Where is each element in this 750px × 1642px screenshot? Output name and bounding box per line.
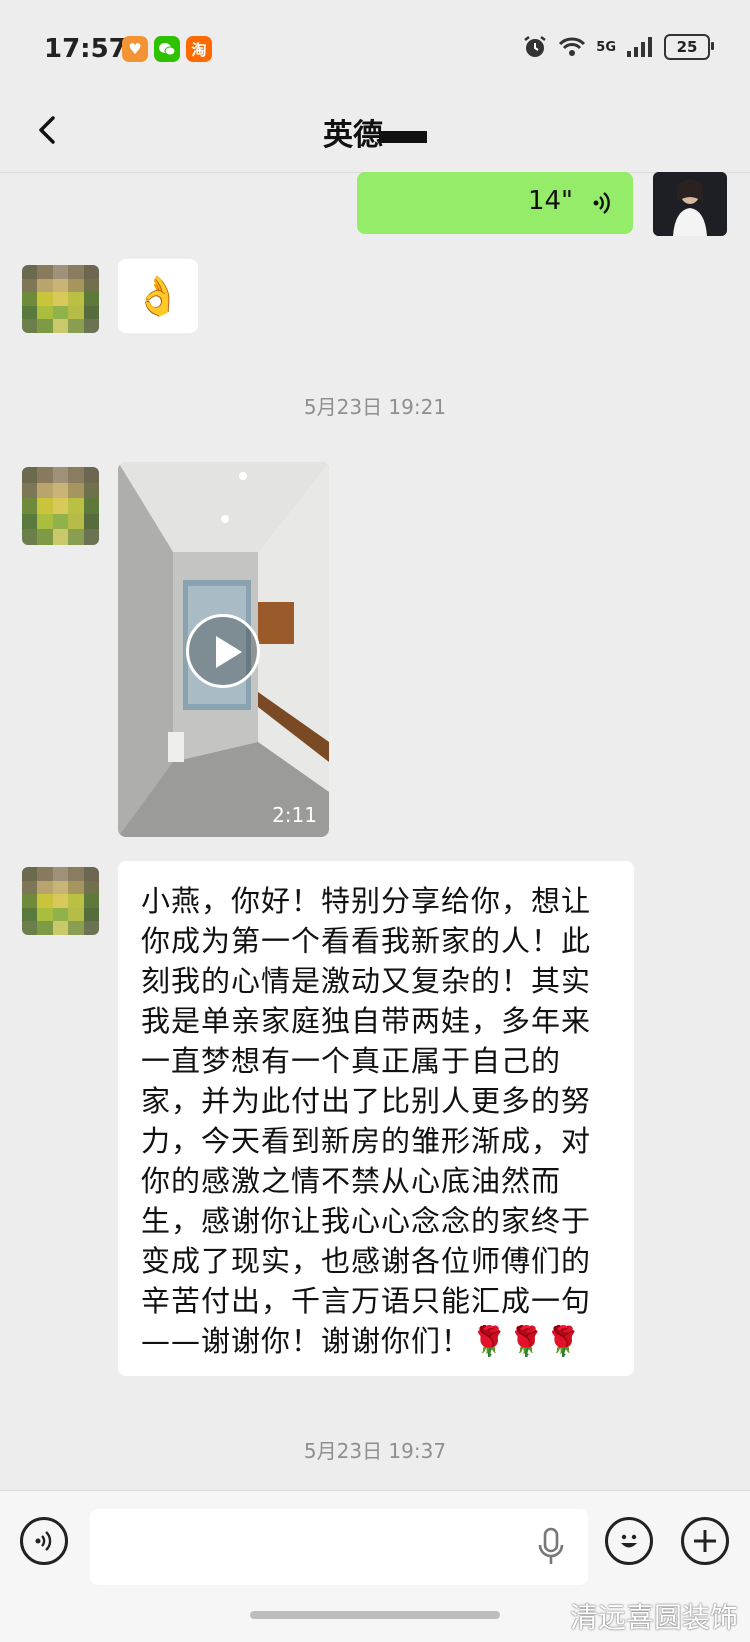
message-timestamp: 5月23日 19:21	[303, 395, 447, 419]
emoji-message-bubble[interactable]: 👌	[118, 259, 198, 333]
play-button[interactable]	[186, 614, 260, 688]
contact-avatar[interactable]	[22, 467, 99, 545]
watermark-text: 清远喜圆装饰	[569, 1601, 738, 1634]
my-avatar[interactable]	[653, 172, 727, 236]
voice-mode-icon	[35, 1531, 52, 1551]
message-input[interactable]	[90, 1509, 588, 1585]
heart-app-icon: ♥	[122, 36, 148, 62]
chat-title-text: 英德	[323, 118, 383, 153]
ok-hand-emoji: 👌	[134, 273, 182, 318]
voice-duration: 14"	[527, 186, 573, 216]
text-message-bubble[interactable]: 小燕，你好！特别分享给你，想让你成为第一个看看我新家的人！此刻我的心情是激动又复…	[118, 861, 634, 1376]
more-actions-button[interactable]	[681, 1517, 729, 1565]
video-duration: 2:11	[272, 803, 317, 827]
chat-title: 英德	[0, 110, 750, 154]
voice-input-toggle[interactable]	[20, 1517, 68, 1565]
system-status: 5G 25	[522, 34, 714, 60]
smiley-icon	[621, 1534, 637, 1548]
redaction-bar	[379, 130, 427, 143]
chat-header: 英德	[0, 100, 750, 173]
wechat-app-icon	[154, 36, 180, 62]
battery-level: 25	[676, 38, 698, 56]
voice-wave-icon	[593, 192, 610, 214]
notification-icons: ♥ 淘	[122, 36, 212, 62]
microphone-icon[interactable]	[536, 1527, 566, 1567]
signal-icon	[627, 37, 652, 57]
voice-message-bubble[interactable]: 14"	[357, 172, 633, 234]
message-timestamp: 5月23日 19:37	[303, 1439, 447, 1463]
message-text: 小燕，你好！特别分享给你，想让你成为第一个看看我新家的人！此刻我的心情是激动又复…	[141, 884, 592, 1358]
status-time: 17:57	[44, 34, 127, 64]
emoji-button[interactable]	[605, 1517, 653, 1565]
video-message[interactable]: 2:11	[118, 462, 329, 837]
plus-icon	[694, 1530, 716, 1552]
home-indicator[interactable]	[250, 1611, 500, 1619]
alarm-icon	[524, 36, 547, 57]
contact-avatar[interactable]	[22, 867, 99, 935]
battery-indicator: 25	[664, 34, 714, 60]
taobao-app-icon: 淘	[186, 36, 212, 62]
status-bar: 17:57 ♥ 淘 5G 25	[0, 0, 750, 100]
contact-avatar[interactable]	[22, 265, 99, 333]
wifi-icon	[559, 37, 586, 56]
network-label: 5G	[596, 39, 616, 55]
